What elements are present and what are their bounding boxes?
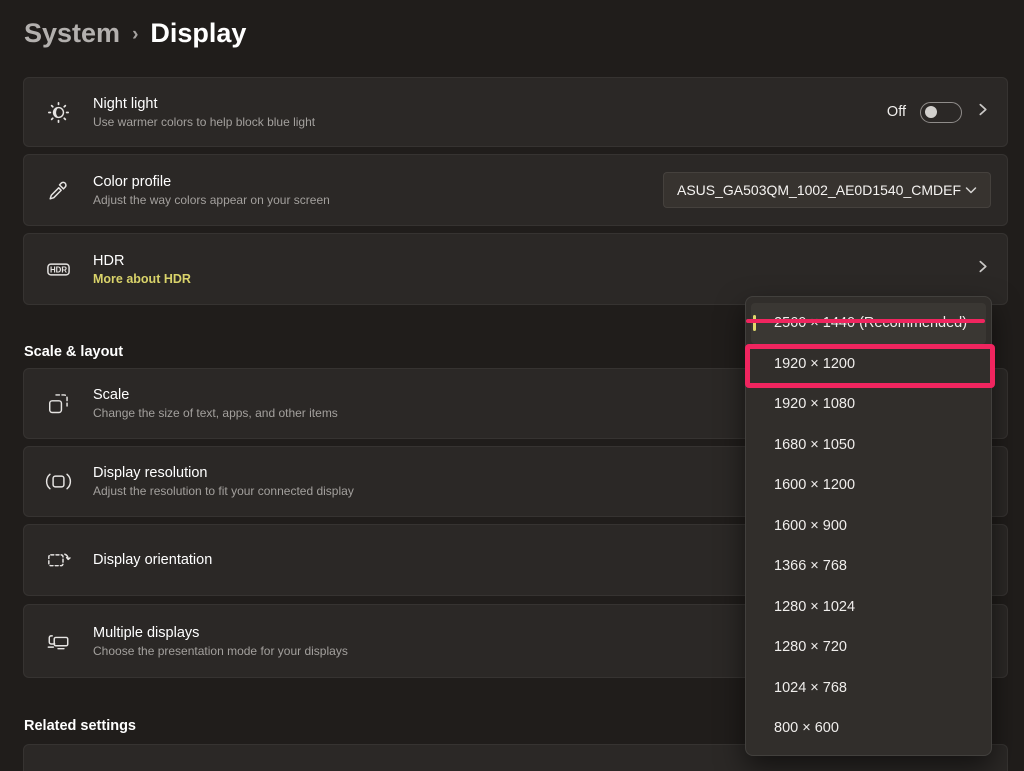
color-profile-select-value: ASUS_GA503QM_1002_AE0D1540_CMDEF: [677, 182, 961, 198]
section-related-settings: Related settings: [24, 718, 136, 734]
resolution-option-1600x1200[interactable]: 1600 × 1200: [751, 465, 986, 506]
display-orientation-title: Display orientation: [93, 552, 212, 568]
resolution-option-1280x720[interactable]: 1280 × 720: [751, 627, 986, 668]
selected-indicator: [753, 315, 756, 331]
chevron-right-icon: [976, 260, 989, 278]
resolution-option-800x600[interactable]: 800 × 600: [751, 708, 986, 749]
chevron-right-icon: [976, 103, 989, 121]
scale-subtitle: Change the size of text, apps, and other…: [93, 406, 338, 420]
night-light-title: Night light: [93, 96, 315, 112]
resolution-option-1366x768[interactable]: 1366 × 768: [751, 546, 986, 587]
hdr-more-link[interactable]: More about HDR: [93, 272, 191, 286]
hdr-row[interactable]: HDR HDR More about HDR: [23, 233, 1008, 305]
settings-display-page: System › Display Night light: [0, 0, 1024, 771]
resolution-option-1680x1050[interactable]: 1680 × 1050: [751, 425, 986, 466]
resolution-option-1280x1024[interactable]: 1280 × 1024: [751, 587, 986, 628]
night-light-toggle-label: Off: [887, 104, 906, 120]
display-resolution-subtitle: Adjust the resolution to fit your connec…: [93, 484, 354, 498]
color-profile-row[interactable]: Color profile Adjust the way colors appe…: [23, 154, 1008, 226]
resolution-option-1920x1080[interactable]: 1920 × 1080: [751, 384, 986, 425]
chevron-down-icon: [965, 184, 977, 196]
section-scale-layout: Scale & layout: [24, 344, 123, 360]
resolution-option-2560x1440[interactable]: 2560 × 1440 (Recommended): [751, 303, 986, 344]
multiple-displays-title: Multiple displays: [93, 625, 348, 641]
display-resolution-icon: [45, 468, 72, 495]
night-light-icon: [45, 99, 72, 126]
breadcrumb: System › Display: [24, 18, 246, 49]
multiple-displays-icon: [45, 628, 72, 655]
toggle-knob: [925, 106, 937, 118]
page-title: Display: [150, 18, 246, 49]
scale-title: Scale: [93, 387, 338, 403]
color-profile-subtitle: Adjust the way colors appear on your scr…: [93, 193, 330, 207]
breadcrumb-system[interactable]: System: [24, 18, 120, 49]
advanced-display-icon: [45, 764, 72, 771]
color-profile-icon: [45, 177, 72, 204]
svg-text:HDR: HDR: [50, 265, 67, 274]
resolution-option-1600x900[interactable]: 1600 × 900: [751, 506, 986, 547]
color-profile-title: Color profile: [93, 174, 330, 190]
night-light-subtitle: Use warmer colors to help block blue lig…: [93, 115, 315, 129]
scale-icon: [45, 390, 72, 417]
resolution-option-1024x768[interactable]: 1024 × 768: [751, 668, 986, 709]
night-light-toggle[interactable]: [920, 102, 962, 123]
annotation-highlight-box: [745, 344, 995, 388]
annotation-strikethrough-line: [746, 319, 985, 323]
hdr-icon: HDR: [45, 256, 72, 283]
breadcrumb-separator: ›: [132, 24, 138, 46]
color-profile-select[interactable]: ASUS_GA503QM_1002_AE0D1540_CMDEF: [663, 172, 991, 208]
multiple-displays-subtitle: Choose the presentation mode for your di…: [93, 644, 348, 658]
display-orientation-icon: [45, 547, 72, 574]
night-light-row[interactable]: Night light Use warmer colors to help bl…: [23, 77, 1008, 147]
display-resolution-title: Display resolution: [93, 465, 354, 481]
hdr-title: HDR: [93, 253, 191, 269]
